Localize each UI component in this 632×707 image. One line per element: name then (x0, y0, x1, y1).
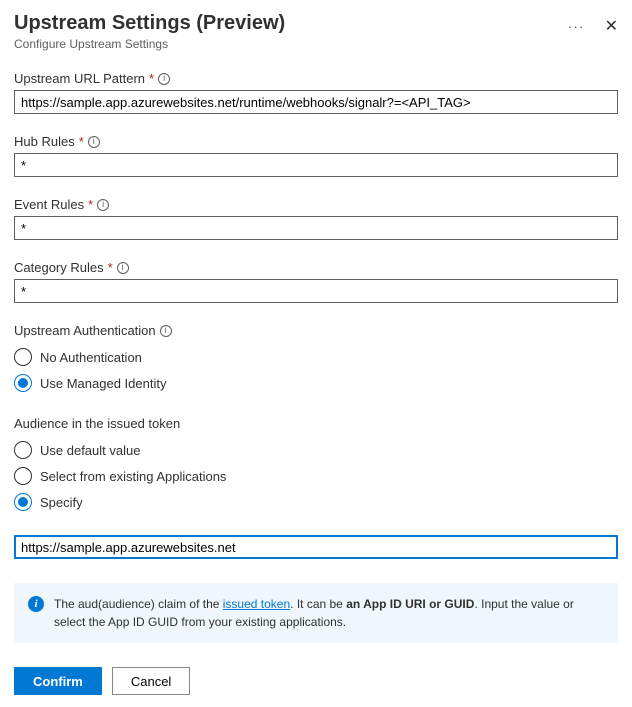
radio-icon (14, 493, 32, 511)
event-rules-label: Event Rules (14, 197, 84, 212)
required-indicator: * (108, 260, 113, 275)
radio-label: No Authentication (40, 350, 142, 365)
info-banner-icon: i (28, 596, 44, 612)
hub-rules-label: Hub Rules (14, 134, 75, 149)
radio-label: Use Managed Identity (40, 376, 166, 391)
info-icon[interactable]: i (97, 199, 109, 211)
radio-icon (14, 374, 32, 392)
radio-label: Specify (40, 495, 83, 510)
close-icon[interactable]: ✕ (605, 16, 618, 36)
audience-option-specify[interactable]: Specify (14, 489, 618, 515)
auth-option-managed[interactable]: Use Managed Identity (14, 370, 618, 396)
radio-label: Use default value (40, 443, 140, 458)
radio-icon (14, 467, 32, 485)
page-subtitle: Configure Upstream Settings (14, 37, 562, 51)
page-title: Upstream Settings (Preview) (14, 12, 562, 35)
auth-label: Upstream Authentication (14, 323, 156, 338)
required-indicator: * (149, 71, 154, 86)
info-banner: i The aud(audience) claim of the issued … (14, 583, 618, 643)
cancel-button[interactable]: Cancel (112, 667, 190, 695)
required-indicator: * (88, 197, 93, 212)
info-banner-text: The aud(audience) claim of the issued to… (54, 595, 604, 631)
auth-option-none[interactable]: No Authentication (14, 344, 618, 370)
category-rules-input[interactable] (14, 279, 618, 303)
issued-token-link[interactable]: issued token (223, 597, 290, 611)
info-icon[interactable]: i (88, 136, 100, 148)
info-icon[interactable]: i (158, 73, 170, 85)
url-pattern-label: Upstream URL Pattern (14, 71, 145, 86)
audience-option-default[interactable]: Use default value (14, 437, 618, 463)
audience-option-select[interactable]: Select from existing Applications (14, 463, 618, 489)
required-indicator: * (79, 134, 84, 149)
info-icon[interactable]: i (160, 325, 172, 337)
audience-value-input[interactable] (14, 535, 618, 559)
event-rules-input[interactable] (14, 216, 618, 240)
radio-icon (14, 348, 32, 366)
radio-icon (14, 441, 32, 459)
confirm-button[interactable]: Confirm (14, 667, 102, 695)
info-icon[interactable]: i (117, 262, 129, 274)
url-pattern-input[interactable] (14, 90, 618, 114)
category-rules-label: Category Rules (14, 260, 104, 275)
radio-label: Select from existing Applications (40, 469, 226, 484)
hub-rules-input[interactable] (14, 153, 618, 177)
more-icon[interactable]: ··· (568, 18, 585, 34)
audience-label: Audience in the issued token (14, 416, 180, 431)
